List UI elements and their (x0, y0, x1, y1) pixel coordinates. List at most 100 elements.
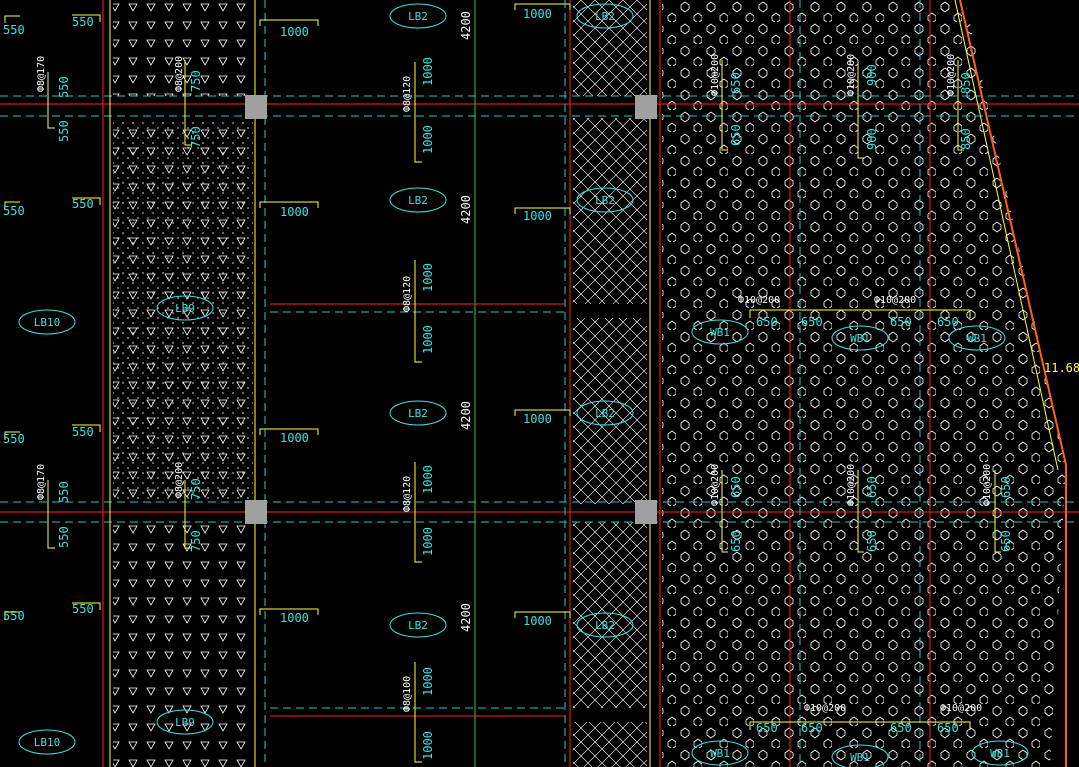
rebar-label: Ф10@200 (846, 54, 857, 96)
herringbone-hatch-5 (573, 722, 647, 767)
dimension-label: 550 (72, 602, 94, 616)
dimension-label: 650 (729, 72, 743, 94)
dimension-label: 1000 (421, 57, 435, 86)
dimension-label: 1000 (421, 731, 435, 760)
dimension-label: 1000 (421, 125, 435, 154)
dimension-label: 650 (801, 315, 823, 329)
dimension-label: 750 (189, 70, 203, 92)
dimension-label: 550 (57, 526, 71, 548)
dimension-label: 550 (72, 197, 94, 211)
dimension-label: 650 (729, 124, 743, 146)
dimension-label: 1000 (523, 614, 552, 628)
slab-label: LB2 (408, 619, 428, 632)
slab-label: LB10 (34, 736, 61, 749)
rebar-label: Ф10@200 (804, 703, 846, 714)
slab-label: WB1 (990, 747, 1010, 760)
rebar-label: Ф10@200 (940, 703, 982, 714)
rebar-label: Ф10@200 (846, 464, 857, 506)
dimension-label: 550 (72, 15, 94, 29)
angle-label: 11.68° (1044, 361, 1079, 375)
rebar-label: Ф10@200 (710, 54, 721, 96)
rebar-label: Ф8@120 (402, 76, 413, 112)
dimension-label: 1000 (421, 527, 435, 556)
slab-label: LB2 (595, 619, 615, 632)
dimension-label: 650 (865, 530, 879, 552)
dimension-label: 1000 (421, 465, 435, 494)
herringbone-hatch-2 (573, 118, 647, 304)
dimension-label: 650 (729, 530, 743, 552)
rebar-label: Ф8@120 (402, 276, 413, 312)
slab-label: WB1 (710, 747, 730, 760)
slab-label: LB9 (175, 302, 195, 315)
dimension-label: 1000 (280, 205, 309, 219)
rebar-label: Ф10@200 (710, 464, 721, 506)
dimension-label: 750 (189, 478, 203, 500)
dimension-label: 550 (3, 204, 25, 218)
dimension-label: 1000 (421, 667, 435, 696)
dimension-label: 550 (3, 432, 25, 446)
dimension-label: 550 (57, 481, 71, 503)
column (245, 95, 267, 119)
dimension-label: 1000 (523, 412, 552, 426)
dimension-label: 850 (959, 72, 973, 94)
dimension-label: 1000 (523, 7, 552, 21)
slab-label: LB2 (595, 10, 615, 23)
slab-label: LB2 (408, 10, 428, 23)
dimension-label: 650 (801, 721, 823, 735)
rebar-label: Ф10@200 (738, 295, 780, 306)
herringbone-hatch-4 (573, 522, 647, 708)
slab-label: WB1 (850, 332, 870, 345)
slab-label: LB2 (595, 194, 615, 207)
dimension-label: 550 (57, 76, 71, 98)
dimension-label: 1000 (523, 209, 552, 223)
slab-label: LB2 (408, 194, 428, 207)
dimension-label: 900 (865, 128, 879, 150)
rebar-label: Ф8@100 (402, 676, 413, 712)
dimension-label: 650 (999, 530, 1013, 552)
dimension-label: 650 (937, 315, 959, 329)
dimension-label: 650 (756, 721, 778, 735)
slab-label: LB9 (175, 716, 195, 729)
span-label: 4200 (459, 401, 473, 430)
dimension-label: 750 (189, 126, 203, 148)
hexagon-hatch-region (662, 0, 1066, 767)
rebar-label: Ф10@200 (946, 54, 957, 96)
dimension-label: 850 (959, 128, 973, 150)
dimension-label: 900 (865, 64, 879, 86)
dimension-label: 1000 (280, 431, 309, 445)
slab-label: LB10 (34, 316, 61, 329)
dimension-label: 650 (756, 315, 778, 329)
dimension-label: 1000 (421, 263, 435, 292)
rebar-label: Ф8@200 (174, 462, 185, 498)
span-label: 4200 (459, 603, 473, 632)
dimension-label: 550 (3, 609, 25, 623)
span-label: 4200 (459, 11, 473, 40)
rebar-label: Ф8@120 (402, 476, 413, 512)
slab-label: WB1 (850, 751, 870, 764)
slab-label: WB1 (710, 326, 730, 339)
dimension-label: 550 (72, 425, 94, 439)
dimension-label: 650 (999, 476, 1013, 498)
cad-drawing: LB2 LB2 LB2 LB2 LB2 LB2 LB2 LB2 LB9 LB9 … (0, 0, 1079, 767)
dimension-label: 550 (3, 23, 25, 37)
dimension-label: 1000 (280, 611, 309, 625)
slab-label: WB1 (967, 332, 987, 345)
dimension-label: 650 (729, 476, 743, 498)
slab-label: LB2 (408, 407, 428, 420)
dimension-label: 1000 (421, 325, 435, 354)
dimension-label: 650 (890, 721, 912, 735)
column (635, 500, 657, 524)
dimension-label: 650 (937, 721, 959, 735)
rebar-label: Ф8@170 (36, 56, 47, 92)
rebar-label: Ф10@200 (982, 464, 993, 506)
dimension-label: 750 (189, 530, 203, 552)
rebar-label: Ф8@170 (36, 464, 47, 500)
dimension-label: 650 (890, 315, 912, 329)
column (635, 95, 657, 119)
slab-label: LB2 (595, 407, 615, 420)
dimension-label: 650 (865, 476, 879, 498)
dimension-label: 1000 (280, 25, 309, 39)
rebar-label: Ф8@200 (174, 56, 185, 92)
rebar-label: Ф10@200 (874, 295, 916, 306)
dimension-label: 550 (57, 120, 71, 142)
